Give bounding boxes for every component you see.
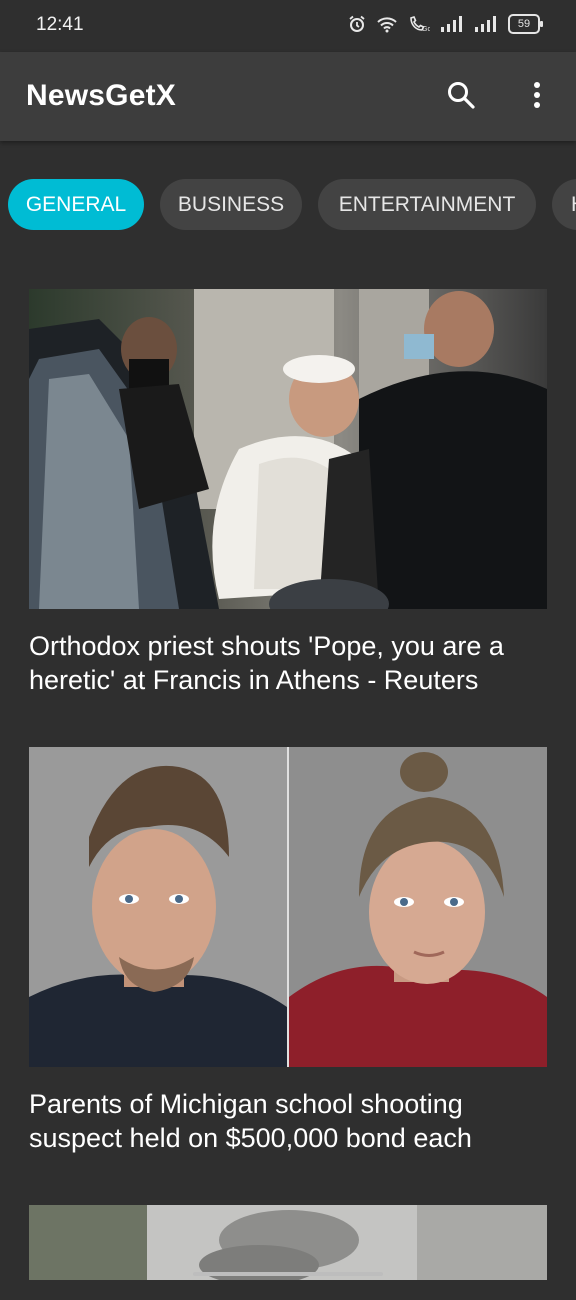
tab-health[interactable]: H xyxy=(552,179,576,230)
news-card[interactable]: Parents of Michigan school shooting susp… xyxy=(29,747,547,1155)
status-bar: 12:41 Go 59 xyxy=(0,0,576,52)
overflow-menu-button[interactable] xyxy=(522,77,552,117)
tab-business[interactable]: BUSINESS xyxy=(160,179,302,230)
article-image xyxy=(29,747,547,1067)
wifi-calling-icon: Go xyxy=(408,15,430,33)
more-vert-icon xyxy=(532,81,542,114)
signal-icon xyxy=(440,15,464,33)
article-headline: Parents of Michigan school shooting susp… xyxy=(29,1089,472,1153)
category-tabs: GENERAL BUSINESS ENTERTAINMENT H xyxy=(0,179,576,231)
article-image xyxy=(29,289,547,609)
article-headline: Orthodox priest shouts 'Pope, you are a … xyxy=(29,631,504,695)
search-button[interactable] xyxy=(441,77,481,117)
signal-icon xyxy=(474,15,498,33)
news-card[interactable] xyxy=(29,1205,547,1300)
status-time: 12:41 xyxy=(36,14,84,35)
wifi-icon xyxy=(376,15,398,33)
status-icons: Go 59 xyxy=(348,14,543,34)
svg-text:Go: Go xyxy=(422,26,430,33)
search-icon xyxy=(446,80,476,115)
news-card[interactable]: Orthodox priest shouts 'Pope, you are a … xyxy=(29,289,547,697)
home-indicator[interactable] xyxy=(193,1272,383,1276)
tab-entertainment[interactable]: ENTERTAINMENT xyxy=(318,179,536,230)
battery-icon: 59 xyxy=(508,14,543,34)
article-image xyxy=(29,1205,547,1280)
app-bar: NewsGetX xyxy=(0,52,576,141)
app-title: NewsGetX xyxy=(26,79,176,112)
alarm-icon xyxy=(348,15,366,33)
tab-general[interactable]: GENERAL xyxy=(8,179,144,230)
